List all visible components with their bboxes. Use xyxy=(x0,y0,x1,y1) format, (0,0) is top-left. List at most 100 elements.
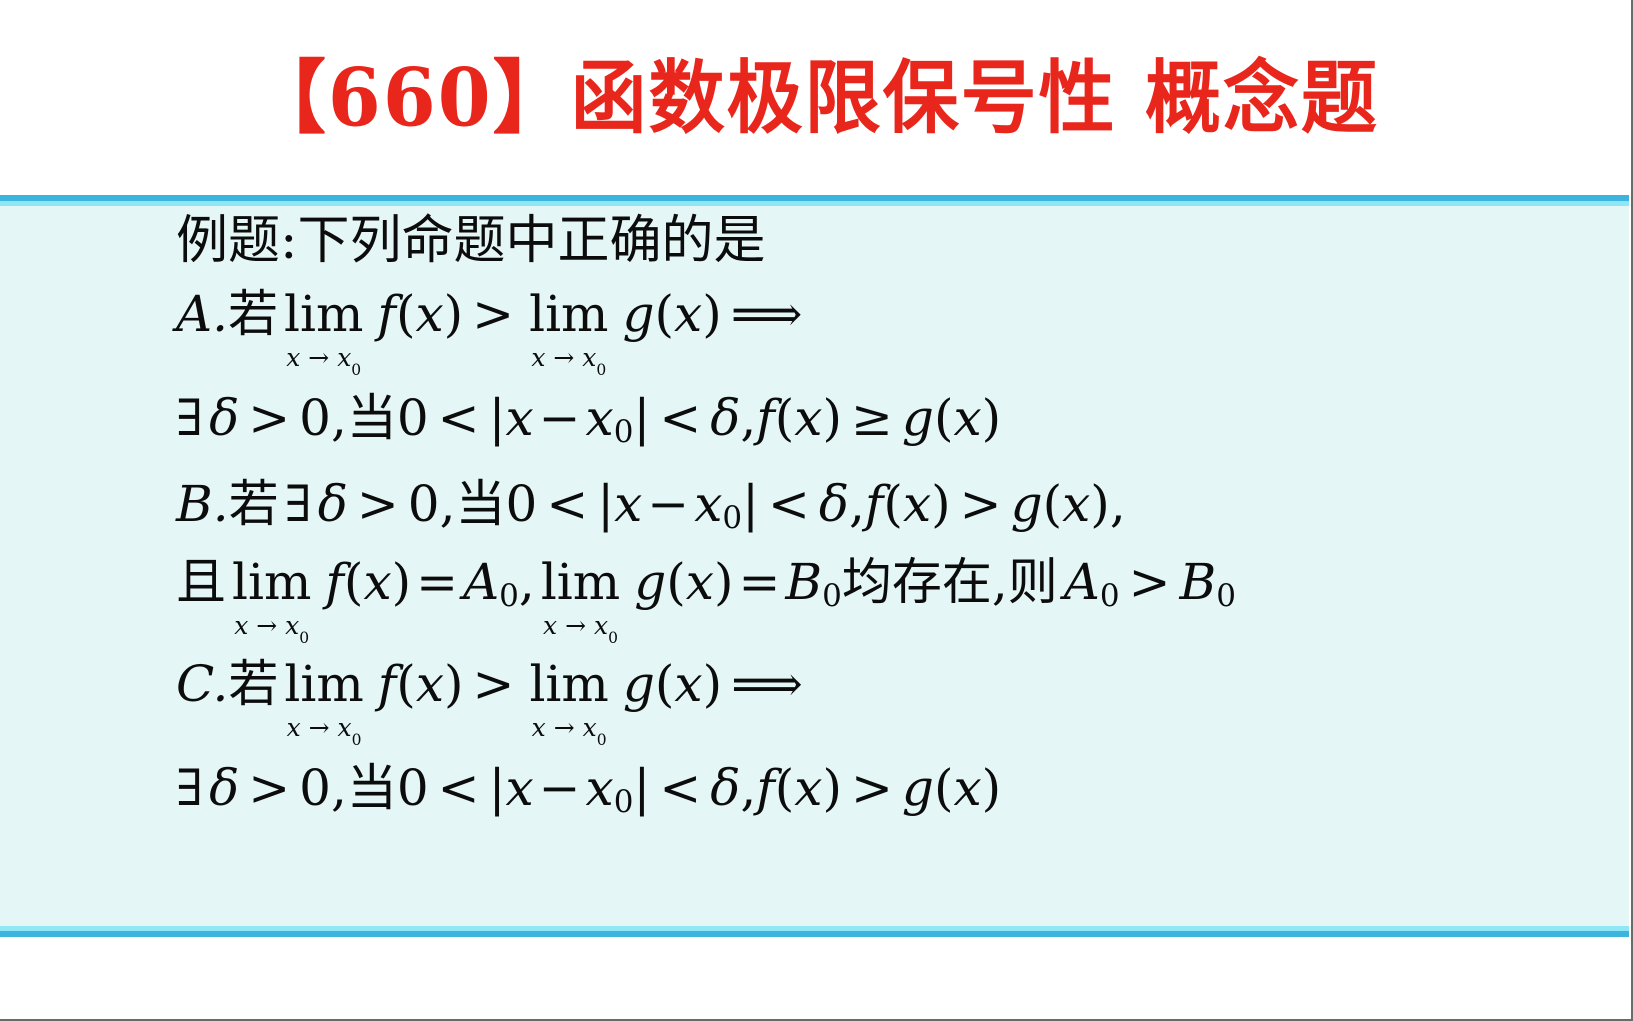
abs-bar-open: | xyxy=(488,389,506,447)
rparen: ) xyxy=(1090,475,1110,533)
function-g: g xyxy=(622,285,655,343)
variable-x: x xyxy=(794,759,823,817)
lparen: ( xyxy=(654,655,675,713)
function-g: g xyxy=(634,553,667,611)
qie-character: 且 xyxy=(176,553,226,611)
comma: , xyxy=(740,759,757,817)
delta-symbol: δ xyxy=(710,759,741,817)
constant-A: A xyxy=(1063,553,1100,611)
comma: , xyxy=(849,475,865,533)
lim-text: lim xyxy=(529,655,609,713)
zero: 0 xyxy=(299,389,331,447)
option-a-line-2: ∃ δ > 0 , 当 0 < | x − x0 | < δ , f ( x )… xyxy=(176,389,1609,447)
variable-x: x xyxy=(415,655,445,713)
lim-subscript: x → x0 xyxy=(286,345,362,380)
less-than-operator: < xyxy=(659,389,702,447)
less-than-operator: < xyxy=(546,475,589,533)
delta-symbol: δ xyxy=(209,759,240,817)
option-c-line-2: ∃ δ > 0 , 当 0 < | x − x0 | < δ , f ( x )… xyxy=(176,759,1609,817)
less-than-operator: < xyxy=(659,759,702,817)
lim-sub-expr: x → x xyxy=(543,611,609,640)
comma: , xyxy=(991,553,1008,611)
option-a-line-1: A. 若 lim x → x0 f ( x ) > lim x → x0 g (… xyxy=(176,285,1609,378)
minus-operator: − xyxy=(538,759,581,817)
less-than-operator: < xyxy=(767,475,810,533)
lim-sub-zero: 0 xyxy=(351,731,362,750)
variable-x: x xyxy=(614,475,643,533)
rparen: ) xyxy=(981,759,1002,817)
minus-operator: − xyxy=(647,475,690,533)
problem-body: 例题:下列命题中正确的是 A. 若 lim x → x0 f ( x ) > l… xyxy=(176,211,1609,817)
variable-x: x xyxy=(902,475,932,533)
lparen: ( xyxy=(774,389,795,447)
limit-operator: lim x → x0 xyxy=(232,557,311,646)
option-c-ruo: 若 xyxy=(228,655,279,713)
subscript-zero: 0 xyxy=(613,413,634,450)
option-b-ruo: 若 xyxy=(228,475,279,533)
zero: 0 xyxy=(299,759,331,817)
abs-bar-close: | xyxy=(742,475,759,533)
variable-x: x xyxy=(585,759,614,817)
function-f: f xyxy=(325,553,344,611)
subscript-zero: 0 xyxy=(613,783,634,820)
subscript-zero: 0 xyxy=(499,577,519,614)
comma: , xyxy=(1109,475,1126,533)
lim-sub-expr: x → x xyxy=(531,343,597,372)
variable-x: x xyxy=(694,475,723,533)
function-g: g xyxy=(901,759,934,817)
zero: 0 xyxy=(396,759,429,817)
variable-x: x xyxy=(415,285,444,343)
implies-operator: ⟹ xyxy=(731,655,803,713)
greater-than-operator: > xyxy=(248,759,291,817)
lim-subscript: x → x0 xyxy=(543,611,618,646)
option-a-ruo: 若 xyxy=(228,285,279,343)
greater-equal-operator: ≥ xyxy=(851,389,893,447)
variable-x: x xyxy=(505,389,534,447)
subscript-zero: 0 xyxy=(722,499,743,536)
option-c-line-1: C. 若 lim x → x0 f ( x ) > lim x → x0 g (… xyxy=(176,655,1609,748)
lim-subscript: x → x0 xyxy=(234,613,309,646)
greater-than-operator: > xyxy=(851,759,893,817)
rparen: ) xyxy=(713,553,734,611)
lparen: ( xyxy=(654,285,675,343)
delta-symbol: δ xyxy=(317,475,348,533)
variable-x: x xyxy=(363,553,392,611)
variable-x: x xyxy=(585,389,614,447)
lparen: ( xyxy=(666,553,686,611)
limit-operator: lim x → x0 xyxy=(529,285,609,378)
function-g: g xyxy=(622,655,655,713)
abs-bar-close: | xyxy=(633,389,651,447)
greater-than-operator: > xyxy=(472,285,515,343)
function-g: g xyxy=(901,389,934,447)
less-than-operator: < xyxy=(437,389,480,447)
function-f: f xyxy=(864,475,884,533)
subscript-zero: 0 xyxy=(1216,577,1236,614)
lim-text: lim xyxy=(540,553,621,611)
variable-x: x xyxy=(685,553,714,611)
junzaicun-text: 均存在 xyxy=(841,553,992,611)
constant-B: B xyxy=(785,553,823,611)
comma: , xyxy=(330,759,347,817)
function-f: f xyxy=(756,759,775,817)
lparen: ( xyxy=(395,285,416,343)
lparen: ( xyxy=(774,759,795,817)
greater-than-operator: > xyxy=(248,389,291,447)
lim-sub-expr: x → x xyxy=(286,713,352,742)
exists-symbol: ∃ xyxy=(176,759,204,817)
limit-operator: lim x → x0 xyxy=(529,655,609,748)
lim-sub-zero: 0 xyxy=(351,361,362,380)
comma: , xyxy=(740,389,757,447)
rparen: ) xyxy=(822,389,843,447)
comma: , xyxy=(518,553,535,611)
subscript-zero: 0 xyxy=(1099,577,1120,614)
lim-sub-zero: 0 xyxy=(596,731,607,750)
lparen: ( xyxy=(396,655,416,713)
lim-subscript: x → x0 xyxy=(286,713,362,750)
variable-x: x xyxy=(1062,475,1091,533)
ze-character: 则 xyxy=(1007,553,1058,611)
variable-x: x xyxy=(953,389,982,447)
panel-bottom-accent-line xyxy=(0,926,1629,931)
lim-text: lim xyxy=(529,285,609,343)
variable-x: x xyxy=(794,389,823,447)
question-prompt: 例题:下列命题中正确的是 xyxy=(176,211,766,271)
